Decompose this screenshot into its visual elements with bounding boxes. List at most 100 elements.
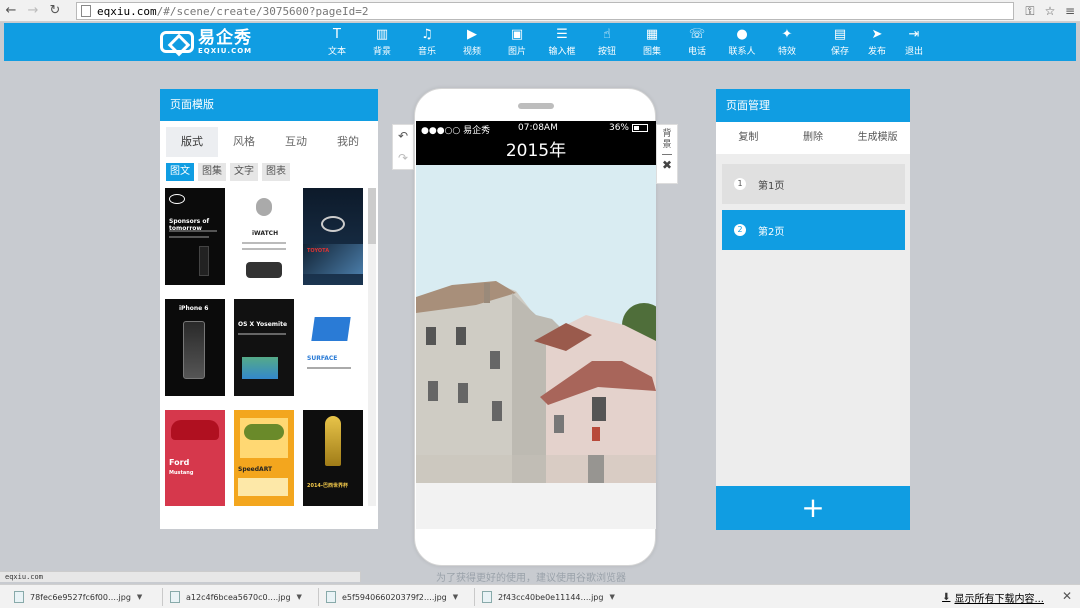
tab-layout[interactable]: 版式 xyxy=(166,127,218,157)
undo-icon[interactable]: ↶ xyxy=(393,125,413,147)
delete-page-button[interactable]: 删除 xyxy=(781,122,846,154)
subtab-gallery[interactable]: 图集 xyxy=(198,163,226,181)
key-icon[interactable]: ⚿ xyxy=(1020,4,1040,19)
page-label: 第2页 xyxy=(758,226,785,238)
save-icon: ▤ xyxy=(833,27,847,42)
logo-icon xyxy=(160,31,194,53)
page-label: 第1页 xyxy=(758,180,785,192)
phone-icon: ☏ xyxy=(688,27,706,42)
exit-icon: ⇥ xyxy=(908,27,920,42)
file-icon xyxy=(326,591,336,603)
copy-page-button[interactable]: 复制 xyxy=(716,122,781,154)
address-bar[interactable]: eqxiu.com/#/scene/create/3075600?pageId=… xyxy=(76,2,1014,20)
subtab-text[interactable]: 文字 xyxy=(230,163,258,181)
tool-save[interactable]: ▤ 保存 xyxy=(820,27,860,57)
download-icon: ⬇ xyxy=(942,592,951,603)
background-photo[interactable] xyxy=(416,165,656,483)
download-item[interactable]: 2f43cc40be0e11144….jpg ▼ xyxy=(482,588,615,606)
template-panel-title: 页面模版 xyxy=(160,89,378,121)
music-icon: ♫ xyxy=(421,27,433,42)
download-item[interactable]: 78fec6e9527fc6f00….jpg ▼ xyxy=(14,588,142,606)
tool-video[interactable]: ▶ 视频 xyxy=(452,27,492,57)
tool-contact[interactable]: ● 联系人 xyxy=(722,27,762,57)
file-icon xyxy=(482,591,492,603)
template-thumb-intel[interactable]: Sponsors of tomorrow xyxy=(165,188,225,285)
phone-speaker xyxy=(518,103,554,109)
publish-icon: ➤ xyxy=(871,27,883,42)
tool-text[interactable]: T 文本 xyxy=(317,27,357,57)
background-icon: ▥ xyxy=(375,27,389,42)
page-item-1[interactable]: 1 第1页 xyxy=(722,164,905,204)
effects-icon: ✦ xyxy=(781,27,793,42)
template-thumb-speedart[interactable]: SpeedART xyxy=(234,410,294,506)
tool-background[interactable]: ▥ 背景 xyxy=(362,27,402,57)
chevron-down-icon[interactable]: ▼ xyxy=(453,593,458,601)
template-scrollbar[interactable] xyxy=(368,188,376,506)
show-all-downloads-link[interactable]: ⬇ 显示所有下载内容... xyxy=(942,590,1044,605)
template-thumbnails: Sponsors of tomorrow iWATCH TOYOTA iPhon… xyxy=(160,188,368,506)
app-header: 易企秀 EQXIU.COM T 文本 ▥ 背景 ♫ 音乐 ▶ 视频 ▣ 图片 ☰ 输入框 ☝… xyxy=(4,23,1076,61)
chevron-down-icon[interactable]: ▼ xyxy=(297,593,302,601)
tool-exit[interactable]: ⇥ 退出 xyxy=(894,27,934,57)
tool-gallery[interactable]: ▦ 图集 xyxy=(632,27,672,57)
chevron-down-icon[interactable]: ▼ xyxy=(609,593,614,601)
video-icon: ▶ xyxy=(467,27,477,42)
download-item[interactable]: a12c4f6bcea5670c0….jpg ▼ xyxy=(170,588,302,606)
input-box-icon: ☰ xyxy=(556,27,568,42)
logo[interactable]: 易企秀 EQXIU.COM xyxy=(160,27,252,57)
template-thumb-iphone6[interactable]: iPhone 6 xyxy=(165,299,225,396)
phone-chin xyxy=(416,483,656,529)
template-thumb-iwatch[interactable]: iWATCH xyxy=(234,188,294,285)
logo-text-cn: 易企秀 xyxy=(198,27,252,48)
chevron-down-icon[interactable]: ▼ xyxy=(137,593,142,601)
forward-button[interactable]: → xyxy=(22,0,44,22)
tool-phone[interactable]: ☏ 电话 xyxy=(677,27,717,57)
page-number: 1 xyxy=(734,178,746,190)
tool-effects[interactable]: ✦ 特效 xyxy=(767,27,807,57)
add-page-button[interactable]: + xyxy=(716,486,910,530)
subtab-image-text[interactable]: 图文 xyxy=(166,163,194,181)
tab-interactive[interactable]: 互动 xyxy=(270,127,322,157)
template-thumb-worldcup[interactable]: 2014-巴西世界杯 xyxy=(303,410,363,506)
tab-mine[interactable]: 我的 xyxy=(322,127,374,157)
template-thumb-ford[interactable]: Ford Mustang xyxy=(165,410,225,506)
page-icon xyxy=(81,5,91,17)
redo-icon[interactable]: ↷ xyxy=(393,147,413,169)
history-tools: ↶ ↷ xyxy=(392,124,414,170)
template-panel: 页面模版 版式 风格 互动 我的 图文 图集 文字 图表 Sponsors of… xyxy=(160,89,378,529)
phone-screen[interactable]: ●●●○○ 易企秀 07:08AM 36% 2015年 xyxy=(416,121,656,483)
download-item[interactable]: e5f594066020379f2….jpg ▼ xyxy=(326,588,458,606)
template-subtabs: 图文 图集 文字 图表 xyxy=(160,163,378,181)
close-icon[interactable]: ✕ xyxy=(1062,589,1072,603)
buildings-illustration xyxy=(416,165,656,483)
template-thumb-surface[interactable]: SURFACE xyxy=(303,299,363,396)
tab-style[interactable]: 风格 xyxy=(218,127,270,157)
template-thumb-toyota[interactable]: TOYOTA xyxy=(303,188,363,285)
subtab-chart[interactable]: 图表 xyxy=(262,163,290,181)
page-item-2[interactable]: 2 第2页 xyxy=(722,210,905,250)
phone-status-bar: ●●●○○ 易企秀 07:08AM 36% xyxy=(416,121,656,137)
browser-toolbar: ← → ↻ eqxiu.com/#/scene/create/3075600?p… xyxy=(0,0,1080,22)
template-thumb-osx[interactable]: OS X Yosemite xyxy=(234,299,294,396)
tool-input-box[interactable]: ☰ 输入框 xyxy=(542,27,582,57)
page-number: 2 xyxy=(734,224,746,236)
reload-button[interactable]: ↻ xyxy=(44,0,66,22)
generate-template-button[interactable]: 生成模版 xyxy=(845,122,910,154)
close-icon[interactable]: ✖ xyxy=(657,158,677,172)
url-path: /#/scene/create/3075600?pageId=2 xyxy=(156,4,369,18)
tool-publish[interactable]: ➤ 发布 xyxy=(857,27,897,57)
logo-text-en: EQXIU.COM xyxy=(198,46,253,55)
background-separator xyxy=(662,154,672,155)
page-manager-title: 页面管理 xyxy=(716,89,910,122)
tool-button[interactable]: ☝ 按钮 xyxy=(587,27,627,57)
background-toggle[interactable]: 背景 xyxy=(662,125,672,151)
star-icon[interactable]: ☆ xyxy=(1040,4,1060,18)
tool-image[interactable]: ▣ 图片 xyxy=(497,27,537,57)
back-button[interactable]: ← xyxy=(0,0,22,22)
page-title-text[interactable]: 2015年 xyxy=(416,137,656,165)
phone-time: 07:08AM xyxy=(518,123,558,133)
text-icon: T xyxy=(333,27,341,42)
tool-music[interactable]: ♫ 音乐 xyxy=(407,27,447,57)
menu-icon[interactable]: ≡ xyxy=(1060,4,1080,18)
carrier-label: ●●●○○ 易企秀 xyxy=(421,126,491,136)
